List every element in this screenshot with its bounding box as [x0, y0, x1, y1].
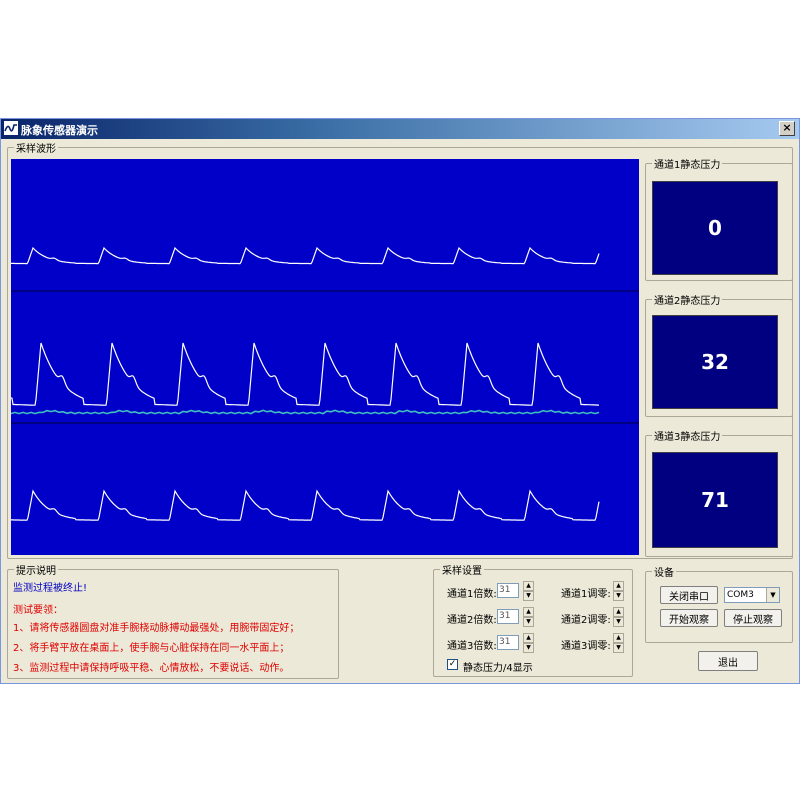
spin-down-icon[interactable]: ▼: [523, 643, 534, 653]
channel-1-gain-input[interactable]: 31: [497, 583, 519, 598]
spin-down-icon[interactable]: ▼: [613, 591, 624, 601]
stop-observe-button[interactable]: 停止观察: [724, 609, 782, 627]
spin-down-icon[interactable]: ▼: [523, 617, 534, 627]
waveform-canvas: [11, 246, 639, 521]
port-select[interactable]: COM3 ▼: [724, 587, 780, 603]
requirement-item: 1、请将传感器圆盘对准手腕桡动脉搏动最强处，用腕带固定好；: [13, 623, 300, 634]
device-group: 设备: [645, 564, 793, 643]
waveform-group-title: 采样波形: [14, 140, 58, 155]
spin-up-icon[interactable]: ▲: [613, 607, 624, 617]
channel-1-pressure-value: 0: [708, 216, 722, 240]
channel-3-pressure-display: 71: [652, 452, 778, 548]
spin-down-icon[interactable]: ▼: [523, 591, 534, 601]
static-pressure-checkbox[interactable]: ✓: [447, 659, 458, 670]
channel-3-gain-label: 通道3倍数:: [447, 641, 497, 652]
chevron-down-icon[interactable]: ▼: [766, 588, 779, 602]
device-group-title: 设备: [652, 564, 676, 579]
channel-2-baseline: [11, 409, 600, 415]
channel-3-waveform: [11, 489, 600, 521]
requirement-item: 3、监测过程中请保持呼吸平稳、心情放松，不要说话、动作。: [13, 663, 290, 674]
requirements-title: 测试要领：: [13, 605, 63, 616]
spin-up-icon[interactable]: ▲: [523, 581, 534, 591]
channel-2-pressure-value: 32: [701, 350, 729, 374]
channel-2-gain-input[interactable]: 31: [497, 609, 519, 624]
channel-3-pressure-value: 71: [701, 488, 729, 512]
channel-1-waveform: [11, 246, 600, 265]
channel-1-zero-label: 通道1调零:: [561, 589, 611, 600]
channel-3-gain-input[interactable]: 31: [497, 635, 519, 650]
channel-2-waveform: [11, 342, 599, 406]
title-bar: 脉象传感器演示 ×: [1, 119, 799, 139]
app-icon: [4, 121, 18, 135]
start-observe-button[interactable]: 开始观察: [660, 609, 718, 627]
spin-up-icon[interactable]: ▲: [613, 633, 624, 643]
channel-2-pressure-display: 32: [652, 315, 778, 409]
static-pressure-checkbox-label: 静态压力/4显示: [463, 663, 533, 674]
close-button[interactable]: ×: [779, 121, 795, 136]
channel-1-pressure-display: 0: [652, 181, 778, 275]
spin-down-icon[interactable]: ▼: [613, 643, 624, 653]
exit-button[interactable]: 退出: [698, 651, 758, 671]
channel-3-zero-spinner[interactable]: ▲ ▼: [613, 633, 624, 653]
channel-2-zero-label: 通道2调零:: [561, 615, 611, 626]
channel-2-zero-spinner[interactable]: ▲ ▼: [613, 607, 624, 627]
app-window: 脉象传感器演示 × 采样波形 通道1静态压力 0 通道2静态压力 32 通道3静…: [0, 118, 800, 684]
spin-down-icon[interactable]: ▼: [613, 617, 624, 627]
channel-1-gain-label: 通道1倍数:: [447, 589, 497, 600]
channel-2-gain-spinner[interactable]: ▲ ▼: [523, 607, 534, 627]
channel-3-pressure-label: 通道3静态压力: [652, 428, 723, 443]
spin-up-icon[interactable]: ▲: [613, 581, 624, 591]
channel-3-zero-label: 通道3调零:: [561, 641, 611, 652]
sampling-settings-title: 采样设置: [440, 562, 484, 577]
hints-group-title: 提示说明: [14, 562, 58, 577]
spin-up-icon[interactable]: ▲: [523, 633, 534, 643]
spin-up-icon[interactable]: ▲: [523, 607, 534, 617]
channel-3-gain-spinner[interactable]: ▲ ▼: [523, 633, 534, 653]
close-port-button[interactable]: 关闭串口: [660, 586, 718, 604]
channel-2-gain-label: 通道2倍数:: [447, 615, 497, 626]
waveform-display: [11, 159, 639, 555]
requirement-item: 2、将手臂平放在桌面上，使手腕与心脏保持在同一水平面上；: [13, 643, 290, 654]
channel-1-zero-spinner[interactable]: ▲ ▼: [613, 581, 624, 601]
channel-1-gain-spinner[interactable]: ▲ ▼: [523, 581, 534, 601]
monitor-status-text: 监测过程被终止!: [13, 583, 88, 594]
window-title: 脉象传感器演示: [21, 124, 98, 137]
port-select-value: COM3: [727, 590, 754, 600]
channel-2-pressure-label: 通道2静态压力: [652, 292, 723, 307]
channel-1-pressure-label: 通道1静态压力: [652, 156, 723, 171]
